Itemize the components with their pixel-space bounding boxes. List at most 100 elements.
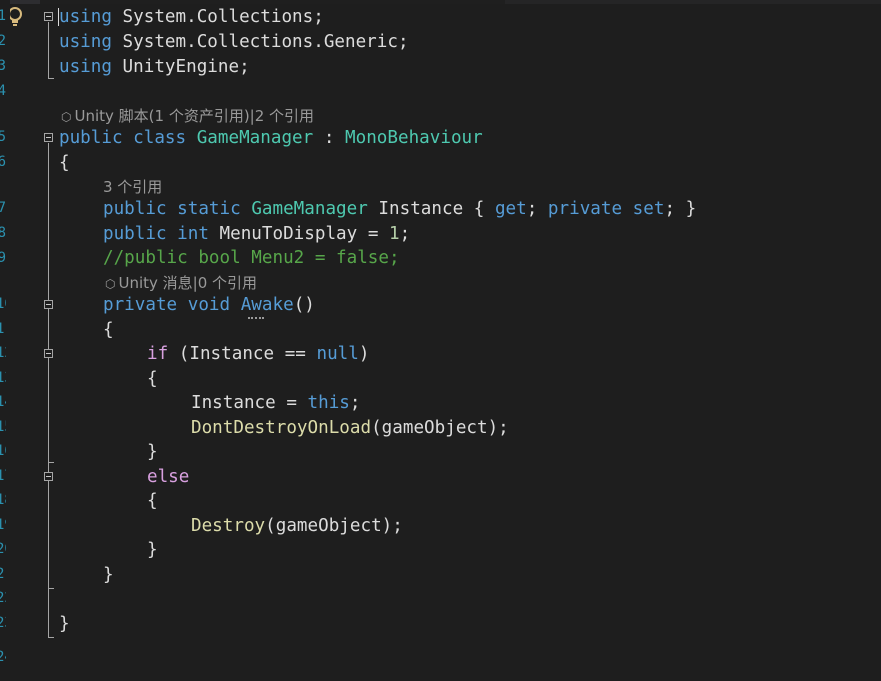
collapse-toggle-else[interactable]: [44, 472, 53, 481]
outline-line: [48, 359, 49, 462]
line-number: 4: [0, 83, 6, 99]
punct: ;: [526, 199, 548, 219]
code-line-destroy[interactable]: Destroy(gameObject);: [191, 514, 403, 538]
editor-tab-strip: [0, 0, 881, 4]
code-line-brace[interactable]: }: [147, 440, 158, 464]
field-name: MenuToDisplay =: [208, 224, 390, 244]
outline-line: [48, 637, 54, 638]
code-line-comment[interactable]: //public bool Menu2 = false;: [103, 246, 400, 270]
outline-line: [48, 588, 54, 589]
code-line-else[interactable]: else: [147, 465, 189, 489]
keyword: public: [103, 199, 167, 219]
keyword: int: [166, 224, 209, 244]
line-number: 3: [0, 58, 6, 74]
code-line-instance[interactable]: public static GameManager Instance { get…: [103, 197, 696, 221]
namespace: System.Collections.Generic;: [111, 32, 409, 52]
number-literal: 1: [389, 224, 400, 244]
code-line-brace[interactable]: {: [147, 489, 158, 513]
member-dropdown[interactable]: [505, 0, 881, 4]
line-number: 1: [0, 8, 6, 24]
line-number: 20: [0, 541, 6, 557]
keyword: static: [166, 199, 252, 219]
collapse-toggle-usings[interactable]: [44, 12, 53, 21]
separator: :: [313, 128, 346, 148]
codelens-awake[interactable]: ⬡ Unity 消息|0 个引用: [105, 272, 257, 293]
code-line-awake[interactable]: private void Awake(): [103, 293, 315, 317]
code-line-brace[interactable]: }: [147, 538, 158, 562]
line-number: 2: [0, 33, 6, 49]
line-number: 5: [0, 129, 6, 145]
line-number: 7: [0, 200, 6, 216]
code-line-brace[interactable]: }: [103, 563, 114, 587]
punct: ;: [349, 393, 361, 413]
code-line-dontdestroy[interactable]: DontDestroyOnLoad(gameObject);: [191, 416, 509, 440]
punct: ;: [399, 224, 411, 244]
args: (gameObject);: [265, 516, 403, 536]
namespace: UnityEngine;: [111, 57, 250, 77]
collapse-toggle-awake[interactable]: [44, 300, 53, 309]
line-number: 22: [0, 590, 6, 606]
args: (gameObject);: [371, 418, 509, 438]
line-number: 19: [0, 517, 6, 533]
keyword: get: [494, 199, 527, 219]
codelens-text: 3 个引用: [103, 178, 163, 196]
punct: (): [293, 295, 315, 315]
code-line-using[interactable]: using System.Collections.Generic;: [59, 30, 409, 54]
condition: (Instance ==: [168, 344, 317, 364]
codelens-instance[interactable]: 3 个引用: [103, 176, 162, 197]
keyword: null: [316, 344, 359, 364]
keyword: using: [59, 32, 112, 52]
code-line-brace[interactable]: {: [147, 367, 158, 391]
class-name: GameManager: [196, 128, 314, 148]
statement: Instance =: [191, 393, 308, 413]
line-number: 17: [0, 468, 6, 484]
collapse-toggle-class[interactable]: [44, 133, 53, 142]
line-number: 10: [0, 296, 6, 312]
codelens-text: Unity 消息|0 个引用: [118, 274, 258, 292]
outline-line: [48, 462, 54, 463]
keyword: using: [59, 57, 112, 77]
punct: ): [358, 344, 370, 364]
outline-line: [48, 22, 49, 78]
line-number: 21: [0, 566, 6, 582]
codelens-text: Unity 脚本(1 个资产引用)|2 个引用: [74, 107, 315, 125]
suggestion-dots: [248, 314, 264, 319]
code-line-brace[interactable]: {: [59, 151, 70, 175]
line-number: 9: [0, 250, 6, 266]
punct: ; }: [664, 199, 697, 219]
keyword: class: [122, 128, 197, 148]
line-number: 23: [0, 615, 6, 631]
line-number: 12: [0, 345, 6, 361]
line-number: 11: [0, 321, 6, 337]
code-line-if[interactable]: if (Instance == null): [147, 342, 369, 366]
line-number: 15: [0, 419, 6, 435]
code-line-menu[interactable]: public int MenuToDisplay = 1;: [103, 222, 410, 246]
code-line-brace[interactable]: {: [103, 318, 114, 342]
keyword: this: [307, 393, 350, 413]
unity-cube-icon: ⬡: [105, 277, 116, 291]
code-line-assign[interactable]: Instance = this;: [191, 391, 361, 415]
keyword: set: [622, 199, 665, 219]
property-name: Instance {: [367, 199, 495, 219]
outline-line: [48, 78, 54, 79]
unity-cube-icon: ⬡: [61, 110, 72, 124]
code-line-class[interactable]: public class GameManager : MonoBehaviour: [59, 126, 483, 150]
codelens-class[interactable]: ⬡ Unity 脚本(1 个资产引用)|2 个引用: [61, 105, 314, 126]
collapse-toggle-if[interactable]: [44, 349, 53, 358]
line-number: 24: [0, 649, 6, 665]
code-line-using[interactable]: using System.Collections;: [59, 5, 324, 29]
line-number: 13: [0, 370, 6, 386]
keyword: using: [59, 7, 112, 27]
namespace: System.Collections;: [111, 7, 324, 27]
keyword: private: [547, 199, 623, 219]
method-name: Awake: [240, 295, 294, 315]
keyword: public: [59, 128, 123, 148]
line-number: 18: [0, 492, 6, 508]
code-line-using[interactable]: using UnityEngine;: [59, 55, 250, 79]
line-number: 14: [0, 394, 6, 410]
control-keyword: if: [147, 344, 169, 364]
base-class: MonoBehaviour: [345, 128, 483, 148]
keyword: private: [103, 295, 178, 315]
code-line-brace[interactable]: }: [59, 612, 70, 636]
type-name: GameManager: [251, 199, 368, 219]
